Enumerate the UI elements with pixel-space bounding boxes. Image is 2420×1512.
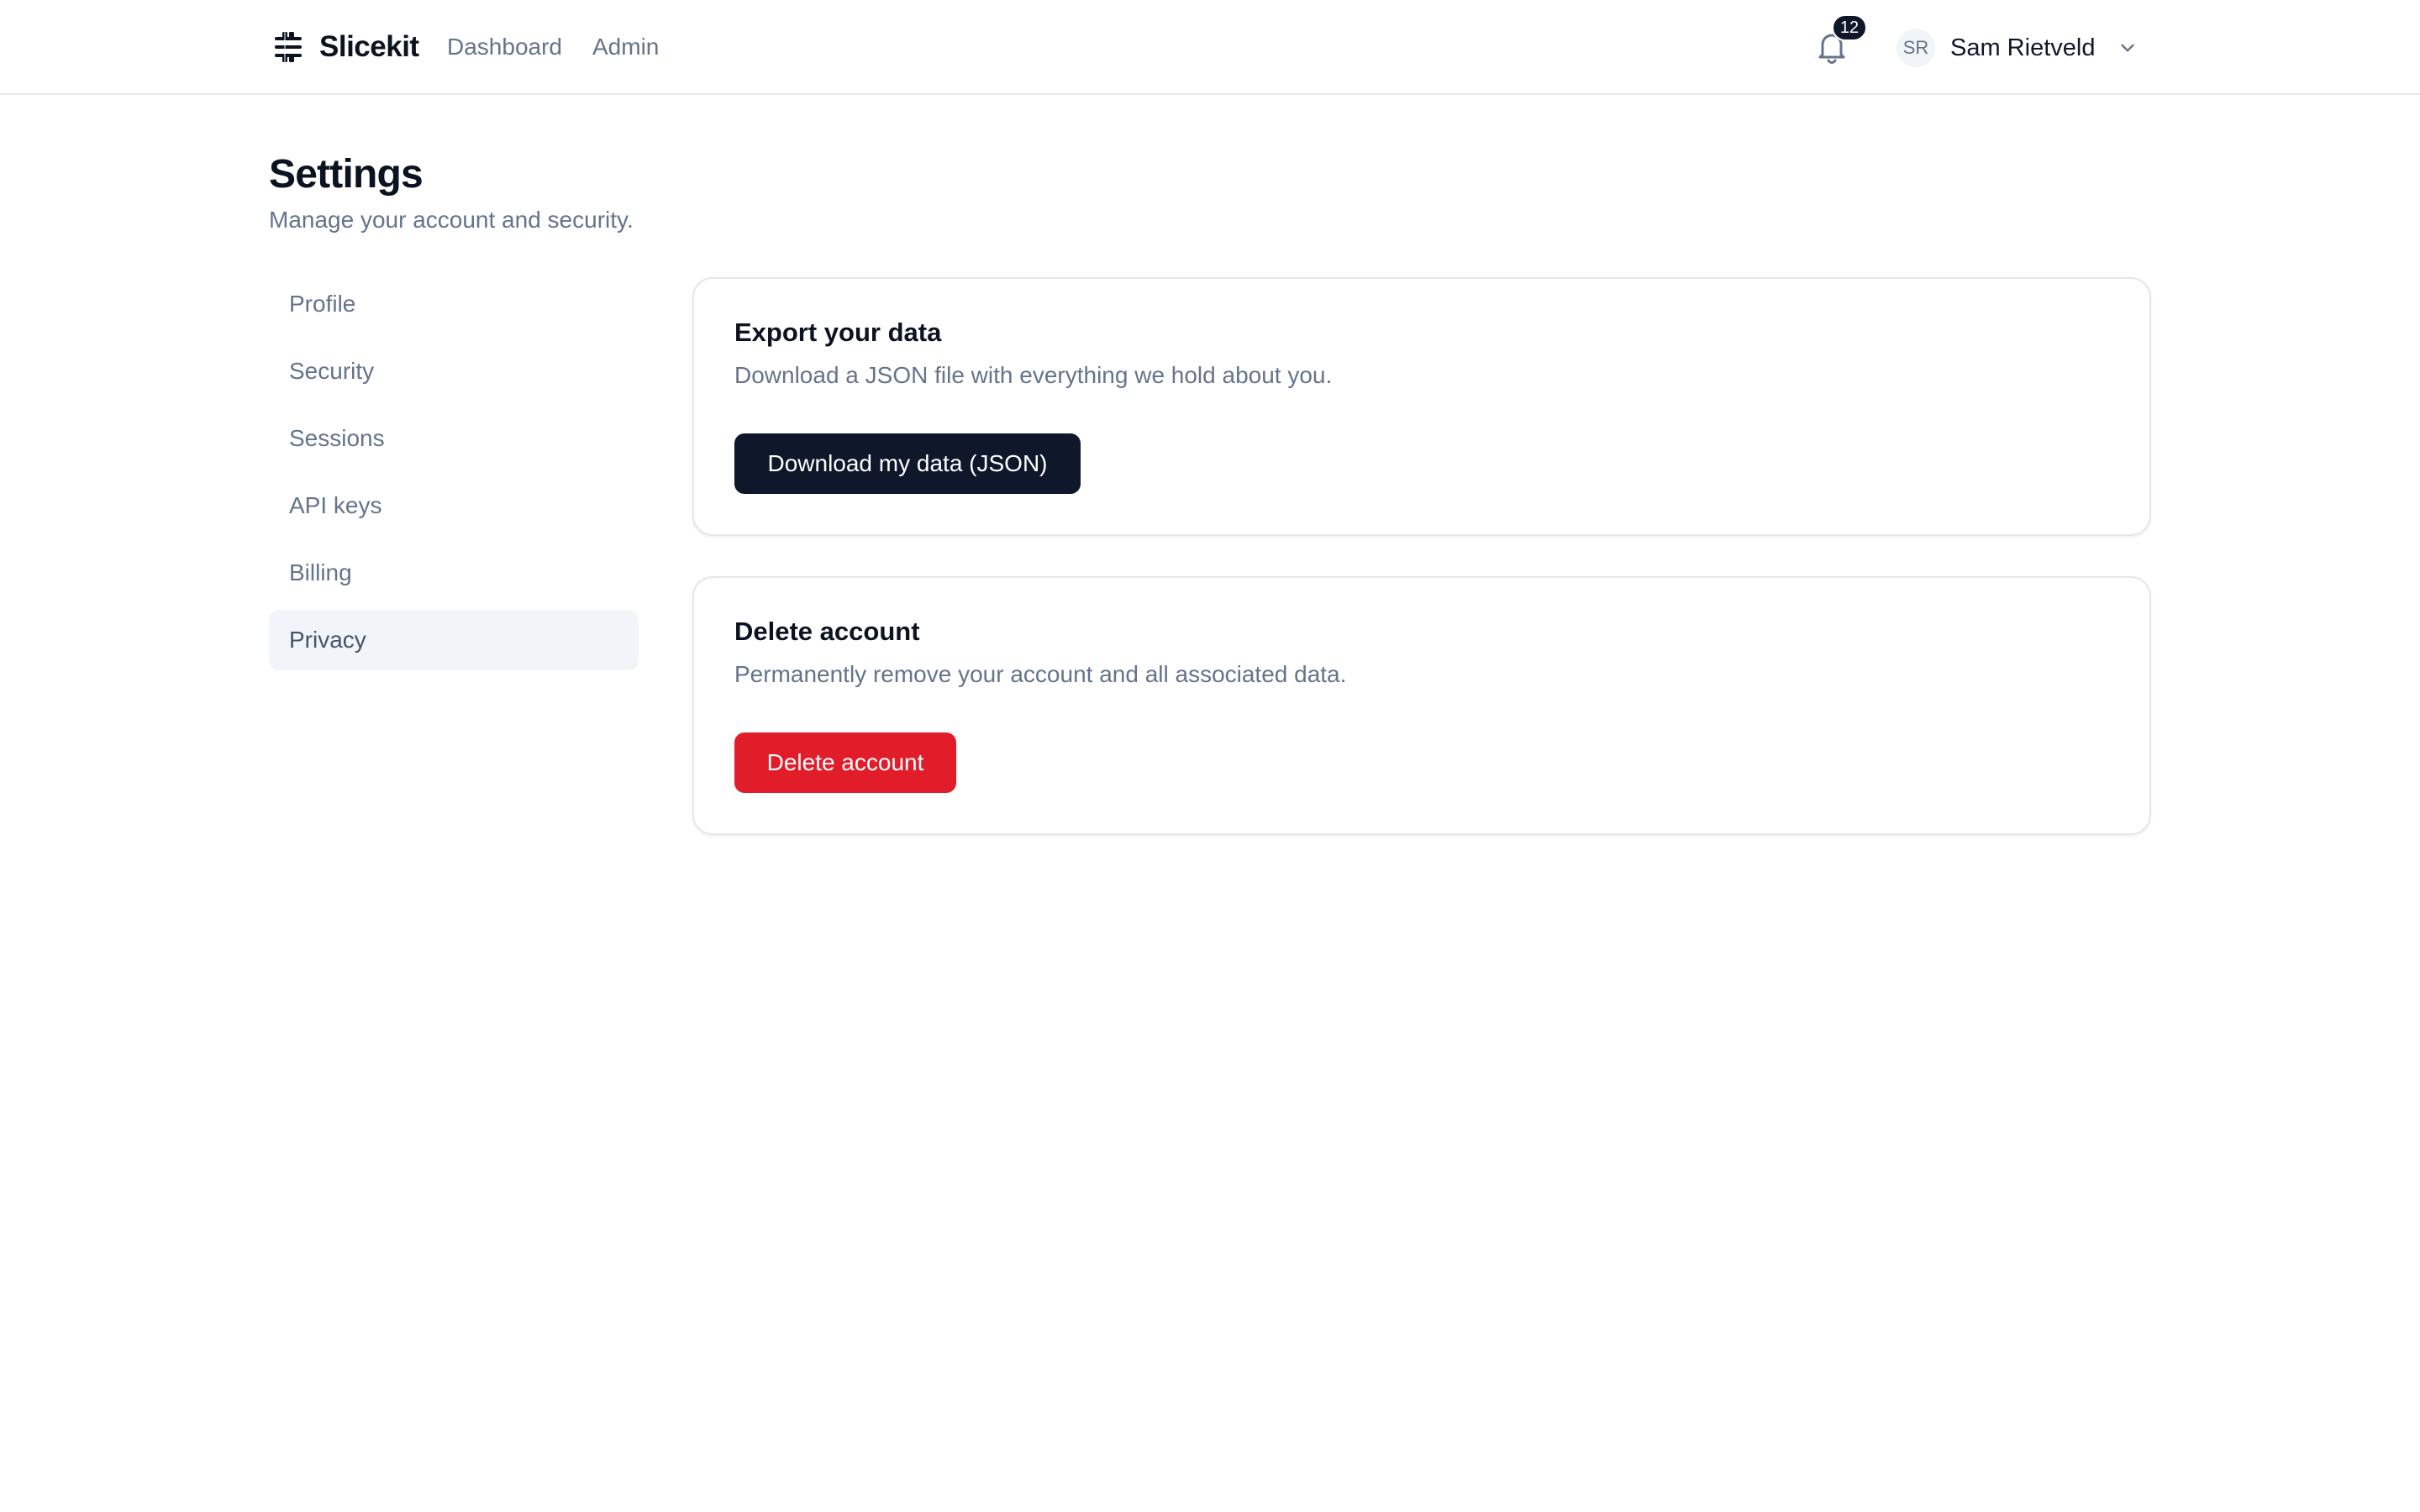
delete-account-description: Permanently remove your account and all … — [734, 661, 1347, 687]
export-data-description: Download a JSON file with everything we … — [734, 362, 1333, 388]
delete-account-button[interactable]: Delete account — [734, 732, 956, 793]
notification-count-badge: 12 — [1832, 14, 1867, 41]
export-data-card: Export your data Download a JSON file wi… — [692, 277, 2151, 536]
delete-account-title: Delete account — [734, 617, 920, 646]
nav-link-admin[interactable]: Admin — [592, 30, 659, 64]
user-menu[interactable]: SR Sam Rietveld — [1897, 28, 2139, 68]
user-name: Sam Rietveld — [1950, 34, 2096, 61]
sidebar-item-profile[interactable]: Profile — [269, 274, 639, 334]
page-title: Settings — [269, 152, 424, 197]
delete-account-card: Delete account Permanently remove your a… — [692, 576, 2151, 835]
sidebar-item-privacy[interactable]: Privacy — [269, 610, 639, 670]
sidebar-item-billing[interactable]: Billing — [269, 543, 639, 603]
download-data-button[interactable]: Download my data (JSON) — [734, 433, 1081, 494]
chevron-down-icon — [2121, 44, 2135, 52]
sidebar-item-sessions[interactable]: Sessions — [269, 408, 639, 469]
brand-name: Slicekit — [319, 30, 419, 63]
page-subtitle: Manage your account and security. — [269, 207, 634, 233]
settings-sidebar: Profile Security Sessions API keys Billi… — [269, 274, 639, 677]
sidebar-item-security[interactable]: Security — [269, 341, 639, 402]
avatar: SR — [1897, 29, 1935, 67]
top-navigation: Slicekit Dashboard Admin 12 SR Sam Rietv… — [0, 0, 2420, 95]
slicekit-logo-icon — [275, 32, 302, 62]
sidebar-item-api-keys[interactable]: API keys — [269, 475, 639, 536]
export-data-title: Export your data — [734, 318, 942, 347]
brand[interactable]: Slicekit — [271, 25, 419, 69]
nav-link-dashboard[interactable]: Dashboard — [447, 30, 562, 64]
